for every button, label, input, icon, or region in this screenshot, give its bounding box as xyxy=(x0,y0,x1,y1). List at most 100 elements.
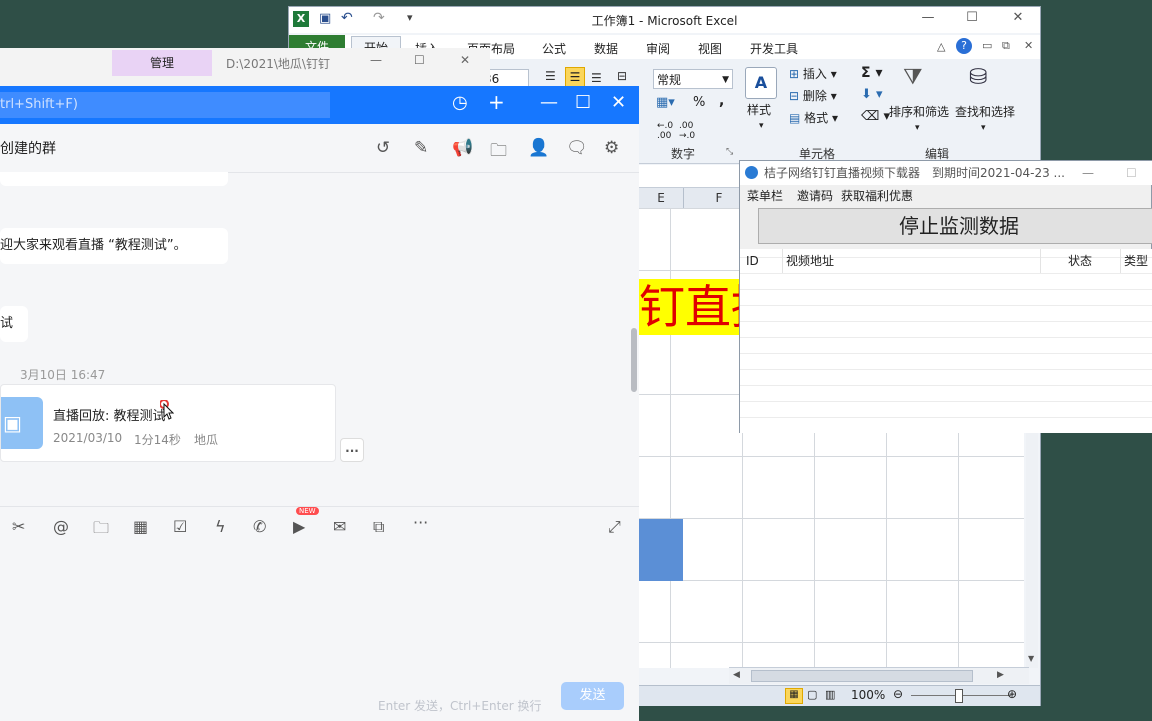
styles-button[interactable]: 样式 xyxy=(747,101,771,118)
delete-cells-button[interactable]: ⊟ 删除 ▾ xyxy=(789,87,837,104)
zoom-out-icon[interactable]: ⊖ xyxy=(893,687,903,701)
align-top-icon[interactable]: ☰ xyxy=(545,69,556,83)
search-input[interactable]: trl+Shift+F) xyxy=(0,92,330,118)
format-cells-label: 格式 xyxy=(804,111,829,125)
add-icon[interactable]: + xyxy=(488,90,505,114)
column-header-status[interactable]: 状态 xyxy=(1040,249,1121,273)
styles-icon[interactable]: A xyxy=(745,67,777,99)
downloader-maximize-icon[interactable]: ☐ xyxy=(1126,161,1137,185)
scroll-right-icon[interactable]: ▶ xyxy=(997,670,1004,680)
sort-filter-button[interactable]: 排序和筛选 xyxy=(889,103,949,120)
more-tools-icon[interactable]: ··· xyxy=(413,513,428,532)
chat-history-icon[interactable]: ↺ xyxy=(376,138,390,158)
dingtalk-window: trl+Shift+F) ◷ + — ☐ ✕ 创建的群 ↺ ✎ 📢 🗀 👤 🗨 … xyxy=(0,86,639,721)
percent-icon[interactable]: % xyxy=(693,95,705,110)
mail-icon[interactable]: ✉ xyxy=(333,517,346,536)
mention-icon[interactable]: @ xyxy=(53,517,69,536)
menu-item-menubar[interactable]: 菜单栏 xyxy=(747,185,783,207)
message-icon[interactable]: 🗨 xyxy=(566,138,588,158)
tab-data[interactable]: 数据 xyxy=(594,40,618,57)
zoom-level[interactable]: 100% xyxy=(851,688,885,702)
page-layout-view-icon[interactable]: ▢ xyxy=(807,688,817,701)
accounting-format-icon[interactable]: ▦▾ xyxy=(656,95,675,110)
number-dialog-launcher-icon[interactable]: ⤡ xyxy=(726,147,733,157)
column-header-e[interactable]: E xyxy=(639,188,684,208)
tab-formulas[interactable]: 公式 xyxy=(542,40,566,57)
number-format-value: 常规 xyxy=(657,73,682,87)
tab-developer[interactable]: 开发工具 xyxy=(750,40,798,57)
add-member-icon[interactable]: 👤 xyxy=(528,138,549,158)
explorer-minimize-icon[interactable]: — xyxy=(370,53,382,67)
stop-monitoring-button[interactable]: 停止监测数据 xyxy=(758,208,1152,244)
downloader-minimize-icon[interactable]: — xyxy=(1082,161,1094,185)
wb-restore-icon[interactable]: ⧉ xyxy=(1002,39,1010,53)
tab-view[interactable]: 视图 xyxy=(698,40,722,57)
normal-view-icon[interactable]: ▦ xyxy=(785,688,803,704)
horizontal-scroll-thumb[interactable] xyxy=(751,670,973,682)
settings-gear-icon[interactable]: ⚙ xyxy=(604,138,619,158)
fill-icon[interactable]: ⬇ ▾ xyxy=(861,87,883,102)
ding-lightning-icon[interactable]: ϟ xyxy=(215,517,226,536)
chat-scrollbar[interactable] xyxy=(631,328,637,392)
dingtalk-maximize-icon[interactable]: ☐ xyxy=(575,92,591,113)
more-button[interactable]: ... xyxy=(340,438,364,462)
zoom-in-icon[interactable]: ⊕ xyxy=(1007,687,1017,701)
column-header-url[interactable]: 视频地址 xyxy=(786,249,1041,273)
card-duration: 1分14秒 xyxy=(134,433,181,447)
screenshot-scissors-icon[interactable]: ✂ xyxy=(12,517,25,536)
announcement-icon[interactable]: 📢 xyxy=(452,138,473,158)
folder-icon[interactable]: 🗀 xyxy=(490,138,507,167)
phone-icon[interactable]: ✆ xyxy=(253,517,266,536)
wb-close-icon[interactable]: ✕ xyxy=(1024,39,1033,52)
task-check-icon[interactable]: ☑ xyxy=(173,517,187,536)
horizontal-scrollbar[interactable]: ◀ ▶ xyxy=(729,667,1029,684)
zoom-slider-thumb[interactable] xyxy=(955,689,963,703)
manage-tab[interactable]: 管理 xyxy=(112,50,212,76)
selected-cell[interactable] xyxy=(639,519,683,581)
align-bottom-icon[interactable]: ☰ xyxy=(591,71,602,85)
calendar-icon[interactable]: ▦ xyxy=(133,517,148,536)
apps-icon[interactable]: ⧉ xyxy=(373,517,384,537)
explorer-maximize-icon[interactable]: ☐ xyxy=(414,53,425,67)
history-icon[interactable]: ◷ xyxy=(452,92,468,113)
autosum-icon[interactable]: Σ ▾ xyxy=(861,65,882,81)
menu-item-invite[interactable]: 邀请码 xyxy=(797,185,833,207)
close-icon[interactable]: ✕ xyxy=(1007,10,1029,25)
number-format-select[interactable]: 常规 ▼ xyxy=(653,69,733,89)
message-input-area[interactable]: ✂ @ 🗀 ▦ ☑ ϟ ✆ ▶ NEW ✉ ⧉ ··· ⤢ Enter 发送，C… xyxy=(0,506,639,721)
tab-review[interactable]: 审阅 xyxy=(646,40,670,57)
menu-item-offers[interactable]: 获取福利优惠 xyxy=(841,185,913,207)
decrease-decimal-icon[interactable]: .00 →.0 xyxy=(679,121,695,141)
dingtalk-close-icon[interactable]: ✕ xyxy=(611,92,626,113)
clear-icon[interactable]: ⌫ ▾ xyxy=(861,109,890,124)
live-replay-card[interactable]: ▣ 直播回放: 教程测试 2021/03/10 1分14秒 地瓜 xyxy=(0,384,336,462)
collapse-ribbon-icon[interactable]: △ xyxy=(937,40,945,53)
scroll-down-icon[interactable]: ▼ xyxy=(1028,654,1034,663)
send-button[interactable]: 发送 xyxy=(561,682,624,710)
todo-icon[interactable]: ✎ xyxy=(414,138,428,158)
delete-cells-icon: ⊟ xyxy=(789,89,800,103)
page-break-view-icon[interactable]: ▥ xyxy=(825,688,835,701)
column-header-id[interactable]: ID xyxy=(746,249,783,273)
align-middle-icon[interactable]: ☰ xyxy=(565,67,585,87)
comma-icon[interactable]: , xyxy=(719,93,724,109)
styles-chevron-icon: ▾ xyxy=(759,121,764,131)
minimize-icon[interactable]: — xyxy=(917,10,939,25)
format-cells-button[interactable]: ▤ 格式 ▾ xyxy=(789,109,838,126)
wb-minimize-icon[interactable]: ▭ xyxy=(982,39,992,52)
scroll-left-icon[interactable]: ◀ xyxy=(733,670,740,680)
dingtalk-minimize-icon[interactable]: — xyxy=(540,92,558,113)
help-icon[interactable]: ? xyxy=(956,38,972,54)
file-upload-icon[interactable]: 🗀 xyxy=(93,517,109,544)
increase-decimal-icon[interactable]: ←.0.00 xyxy=(657,121,673,141)
column-header-type[interactable]: 类型 xyxy=(1124,249,1152,273)
highlighted-cell[interactable]: 钉直播 xyxy=(639,279,739,335)
card-date: 2021/03/10 xyxy=(53,431,123,445)
explorer-close-icon[interactable]: ✕ xyxy=(460,53,470,67)
insert-cells-button[interactable]: ⊞ 插入 ▾ xyxy=(789,65,837,82)
maximize-icon[interactable]: ☐ xyxy=(961,10,983,25)
wrap-text-icon[interactable]: ⊟ xyxy=(617,69,627,83)
find-select-button[interactable]: 查找和选择 xyxy=(955,103,1015,120)
expand-input-icon[interactable]: ⤢ xyxy=(608,517,621,537)
live-video-icon[interactable]: ▶ xyxy=(293,517,305,536)
